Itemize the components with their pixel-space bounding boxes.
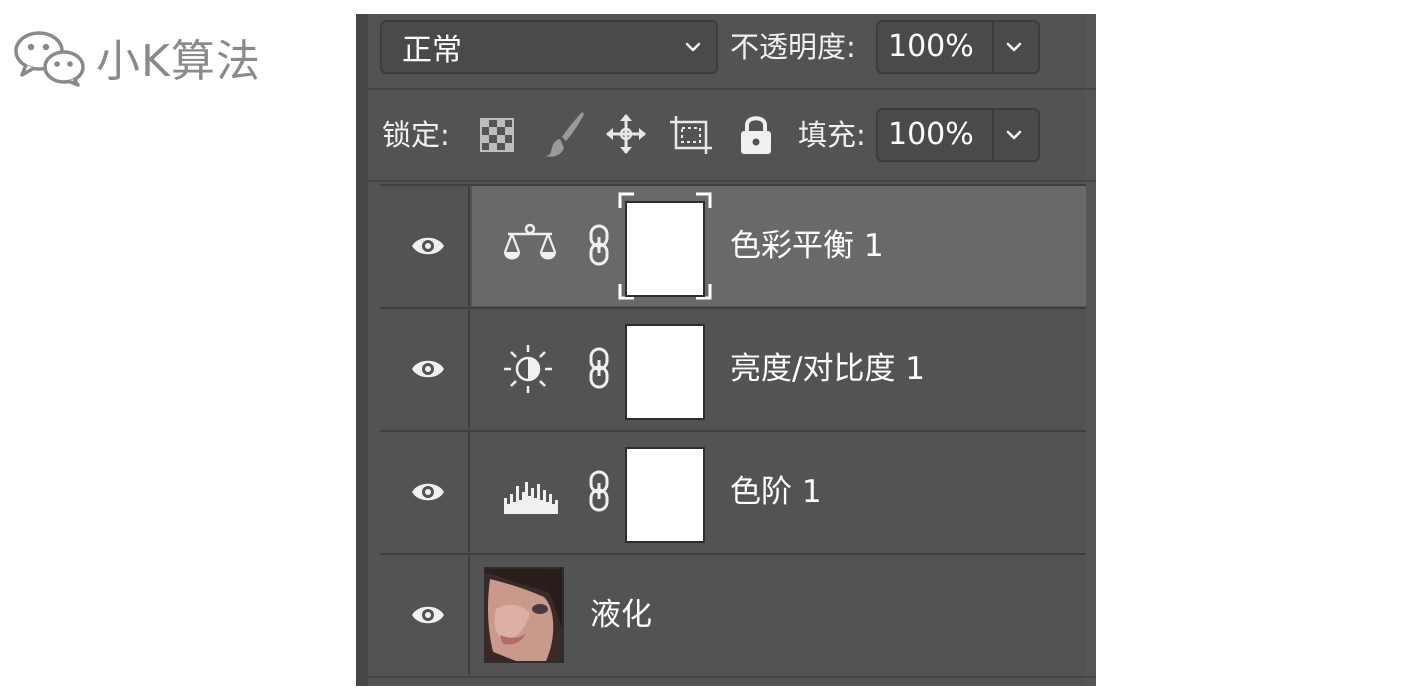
chevron-down-icon bbox=[1006, 130, 1022, 140]
layer-name[interactable]: 色彩平衡 1 bbox=[730, 186, 884, 306]
color-balance-icon bbox=[503, 223, 557, 260]
lock-fill-row: 锁定: 填充: 100% bbox=[382, 106, 1082, 164]
lock-label: 锁定: bbox=[382, 118, 450, 152]
divider bbox=[368, 180, 1096, 182]
brightness-contrast-icon bbox=[504, 345, 552, 393]
panel-scrollbar-track bbox=[1086, 14, 1096, 686]
link-icon[interactable] bbox=[588, 469, 610, 513]
fill-dropdown-button[interactable] bbox=[994, 110, 1034, 160]
visibility-toggle[interactable] bbox=[380, 309, 470, 429]
blend-mode-value: 正常 bbox=[402, 33, 462, 68]
chevron-down-icon bbox=[685, 42, 701, 52]
lock-position-icon[interactable] bbox=[604, 112, 648, 156]
eye-icon bbox=[412, 606, 444, 624]
divider bbox=[368, 676, 1096, 678]
watermark: 小K算法 bbox=[12, 22, 261, 92]
lock-artboard-icon[interactable] bbox=[668, 114, 714, 156]
opacity-label: 不透明度: bbox=[730, 30, 856, 64]
opacity-value[interactable]: 100% bbox=[878, 22, 994, 72]
layer-row-liquify[interactable]: 液化 bbox=[380, 553, 1086, 675]
layer-mask-thumbnail[interactable] bbox=[625, 201, 705, 297]
layer-row-levels[interactable]: 色阶 1 bbox=[380, 430, 1086, 552]
lock-image-pixels-icon[interactable] bbox=[542, 110, 586, 158]
layer-name[interactable]: 液化 bbox=[590, 555, 652, 675]
fill-value[interactable]: 100% bbox=[878, 110, 994, 160]
opacity-dropdown-button[interactable] bbox=[994, 22, 1034, 72]
layer-thumbnail[interactable] bbox=[484, 567, 564, 663]
chevron-down-icon bbox=[1006, 42, 1022, 52]
divider bbox=[368, 88, 1096, 90]
layer-row-brightness-contrast[interactable]: 亮度/对比度 1 bbox=[380, 307, 1086, 429]
lock-transparent-pixels-icon[interactable] bbox=[480, 118, 514, 152]
levels-icon bbox=[504, 482, 558, 514]
lock-all-icon[interactable] bbox=[738, 112, 774, 156]
eye-icon bbox=[412, 360, 444, 378]
portrait-thumbnail-image bbox=[486, 569, 562, 661]
eye-icon bbox=[412, 237, 444, 255]
layer-mask-thumbnail[interactable] bbox=[625, 324, 705, 420]
watermark-text: 小K算法 bbox=[96, 36, 261, 87]
blend-opacity-row: 正常 不透明度: 100% bbox=[380, 20, 1070, 78]
layer-name[interactable]: 亮度/对比度 1 bbox=[730, 309, 925, 429]
eye-icon bbox=[412, 483, 444, 501]
blend-mode-select[interactable]: 正常 bbox=[380, 20, 718, 74]
fill-label: 填充: bbox=[798, 118, 866, 152]
link-icon[interactable] bbox=[588, 223, 610, 267]
visibility-toggle[interactable] bbox=[380, 432, 470, 552]
layer-row-color-balance[interactable]: 色彩平衡 1 bbox=[380, 184, 1086, 306]
layer-name[interactable]: 色阶 1 bbox=[730, 432, 822, 552]
visibility-toggle[interactable] bbox=[380, 186, 470, 306]
link-icon[interactable] bbox=[588, 346, 610, 390]
layer-mask-thumbnail[interactable] bbox=[625, 447, 705, 543]
layers-panel: 正常 不透明度: 100% 锁定: 填充: 100% 色彩平衡 1 亮度/对比度… bbox=[356, 14, 1096, 686]
opacity-field[interactable]: 100% bbox=[876, 20, 1040, 74]
wechat-icon bbox=[14, 31, 85, 87]
visibility-toggle[interactable] bbox=[380, 555, 470, 675]
fill-field[interactable]: 100% bbox=[876, 108, 1040, 162]
